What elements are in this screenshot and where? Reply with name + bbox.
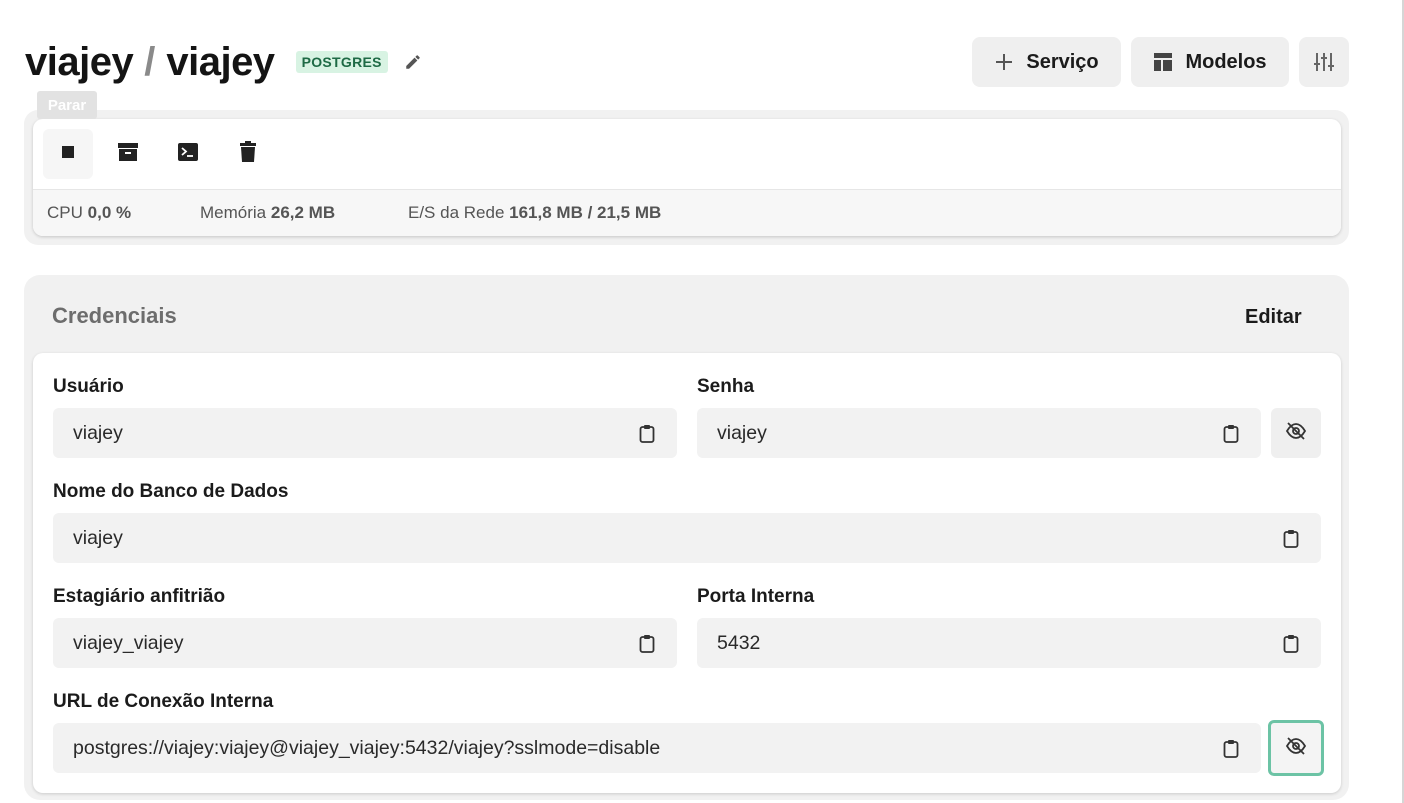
clipboard-icon[interactable]: [1281, 633, 1301, 653]
plus-icon: [994, 52, 1014, 72]
password-label: Senha: [697, 376, 755, 397]
port-label: Porta Interna: [697, 586, 815, 607]
password-field[interactable]: viajey: [697, 408, 1261, 458]
add-service-label: Serviço: [1026, 50, 1099, 73]
project-name[interactable]: viajey: [25, 40, 134, 85]
stop-tooltip: Parar: [37, 91, 97, 119]
user-field[interactable]: viajey: [53, 408, 677, 458]
memory-label: Memória: [200, 203, 267, 222]
delete-button[interactable]: [223, 129, 273, 179]
trash-icon: [239, 140, 257, 168]
title-separator: /: [144, 39, 156, 84]
archive-icon: [117, 141, 139, 168]
credentials-title: Credenciais: [52, 303, 177, 328]
stats-bar: CPU 0,0 % Memória 26,2 MB E/S da Rede 16…: [33, 189, 1341, 236]
clipboard-icon[interactable]: [1221, 738, 1241, 758]
url-value: postgres://viajey:viajey@viajey_viajey:5…: [73, 736, 661, 759]
user-label: Usuário: [53, 376, 124, 397]
template-icon: [1153, 52, 1173, 72]
clipboard-icon[interactable]: [637, 633, 657, 653]
stop-button[interactable]: [43, 129, 93, 179]
service-name: viajey: [166, 39, 275, 84]
port-value: 5432: [717, 631, 761, 654]
clipboard-icon[interactable]: [637, 423, 657, 443]
terminal-button[interactable]: [163, 129, 213, 179]
network-stat: E/S da Rede 161,8 MB / 21,5 MB: [408, 203, 661, 223]
eye-off-icon: [1285, 736, 1307, 761]
database-field[interactable]: viajey: [53, 513, 1321, 563]
database-label: Nome do Banco de Dados: [53, 481, 289, 502]
network-label: E/S da Rede: [408, 203, 505, 222]
memory-stat: Memória 26,2 MB: [200, 203, 408, 223]
port-field[interactable]: 5432: [697, 618, 1321, 668]
url-label: URL de Conexão Interna: [53, 691, 274, 712]
host-label: Estagiário anfitrião: [53, 586, 226, 607]
clipboard-icon[interactable]: [1281, 528, 1301, 548]
sliders-icon: [1313, 51, 1335, 73]
database-value: viajey: [73, 526, 123, 549]
templates-label: Modelos: [1185, 50, 1267, 73]
toggle-url-button[interactable]: [1268, 720, 1324, 776]
pencil-icon[interactable]: [404, 53, 422, 71]
memory-value: 26,2 MB: [270, 203, 336, 222]
stop-icon: [61, 145, 75, 164]
action-toolbar: [43, 129, 283, 179]
network-value: 161,8 MB / 21,5 MB: [509, 203, 662, 222]
toggle-password-button[interactable]: [1271, 408, 1321, 458]
cpu-value: 0,0 %: [87, 203, 132, 222]
cpu-label: CPU: [47, 203, 83, 222]
eye-off-icon: [1285, 421, 1307, 446]
terminal-icon: [177, 142, 199, 167]
page-header: viajey / viajey POSTGRES: [25, 34, 422, 90]
templates-button[interactable]: Modelos: [1131, 37, 1289, 87]
host-field[interactable]: viajey_viajey: [53, 618, 677, 668]
cpu-stat: CPU 0,0 %: [47, 203, 200, 223]
host-value: viajey_viajey: [73, 631, 184, 654]
user-value: viajey: [73, 421, 123, 444]
password-value: viajey: [717, 421, 767, 444]
url-field[interactable]: postgres://viajey:viajey@viajey_viajey:5…: [53, 723, 1261, 773]
archive-button[interactable]: [103, 129, 153, 179]
clipboard-icon[interactable]: [1221, 423, 1241, 443]
settings-button[interactable]: [1299, 37, 1349, 87]
controls-card: CPU 0,0 % Memória 26,2 MB E/S da Rede 16…: [33, 119, 1341, 236]
add-service-button[interactable]: Serviço: [972, 37, 1121, 87]
service-type-badge: POSTGRES: [295, 51, 388, 73]
edit-credentials-button[interactable]: Editar: [1245, 306, 1302, 329]
